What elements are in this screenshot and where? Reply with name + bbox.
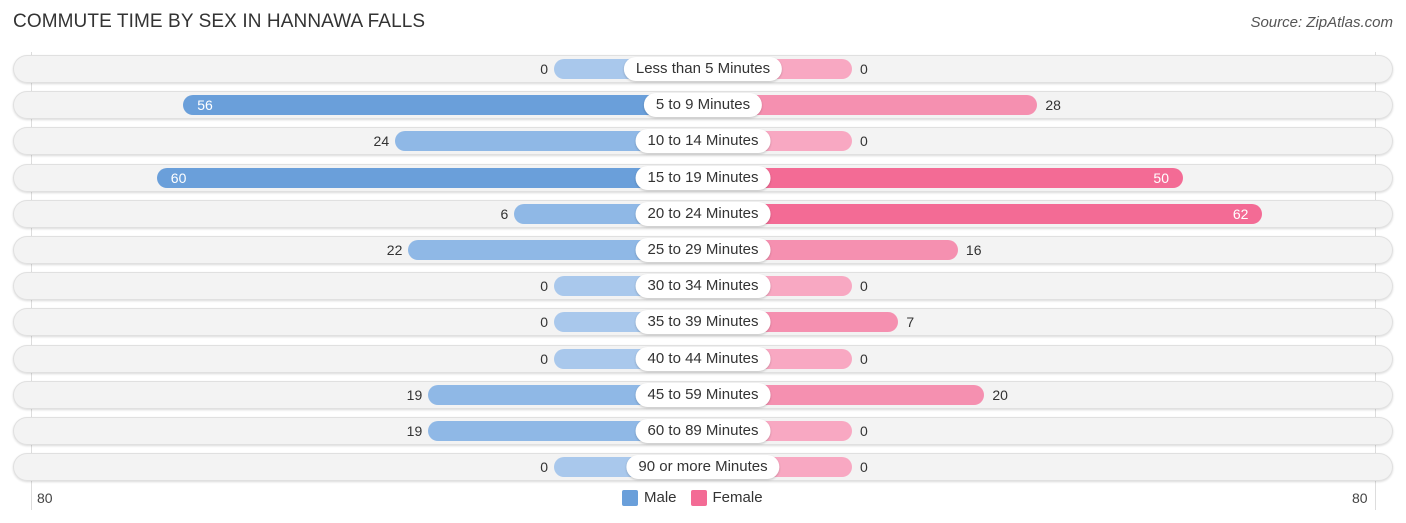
value-label-male: 56: [197, 97, 213, 114]
value-label-male: 19: [406, 423, 423, 439]
left-axis-tick: 80: [37, 490, 53, 506]
value-label-male: 22: [386, 242, 403, 258]
value-label-female: 62: [1232, 205, 1249, 222]
category-label: 35 to 39 Minutes: [635, 310, 771, 335]
category-label: 25 to 29 Minutes: [635, 238, 771, 262]
category-label: 10 to 14 Minutes: [635, 129, 771, 154]
value-label-female: 20: [992, 386, 1008, 403]
value-label-male: 0: [540, 278, 548, 295]
value-label-female: 28: [1045, 97, 1061, 114]
value-label-male: 0: [540, 61, 548, 77]
category-label: 60 to 89 Minutes: [635, 419, 771, 443]
category-label: 5 to 9 Minutes: [643, 93, 763, 118]
category-label: 15 to 19 Minutes: [635, 165, 771, 190]
legend-label-female: Female: [712, 489, 763, 506]
legend-item-male[interactable]: Male: [622, 489, 677, 506]
value-label-female: 0: [860, 423, 868, 439]
category-label: 90 or more Minutes: [626, 455, 780, 480]
category-label: Less than 5 Minutes: [623, 57, 783, 81]
source-label: Source: ZipAtlas.com: [1250, 14, 1393, 31]
bar-male[interactable]: [183, 95, 703, 116]
legend-swatch-female: [690, 489, 707, 506]
chart-title: COMMUTE TIME BY SEX IN HANNAWA FALLS: [13, 11, 426, 32]
bar-female[interactable]: [703, 203, 1263, 224]
value-label-female: 0: [860, 278, 868, 295]
legend-label-male: Male: [644, 489, 677, 506]
value-label-male: 0: [540, 459, 548, 476]
value-label-male: 24: [373, 133, 390, 150]
value-label-male: 0: [540, 350, 548, 367]
category-label: 40 to 44 Minutes: [635, 346, 771, 371]
value-label-male: 19: [406, 386, 423, 403]
value-label-female: 0: [860, 459, 868, 476]
legend: Male Female: [622, 489, 763, 506]
value-label-male: 6: [500, 205, 509, 222]
value-label-male: 0: [540, 314, 548, 331]
category-label: 45 to 59 Minutes: [635, 382, 771, 407]
legend-item-female[interactable]: Female: [690, 489, 763, 506]
value-label-female: 16: [965, 242, 982, 258]
value-label-female: 0: [860, 61, 868, 77]
value-label-female: 0: [860, 350, 868, 367]
category-label: 20 to 24 Minutes: [635, 201, 771, 226]
bar-female[interactable]: [703, 167, 1183, 188]
category-label: 30 to 34 Minutes: [635, 274, 771, 299]
value-label-female: 7: [906, 314, 915, 331]
legend-swatch-male: [622, 489, 638, 506]
value-label-female: 50: [1153, 169, 1169, 186]
value-label-female: 0: [860, 133, 868, 150]
right-axis-tick: 80: [1352, 490, 1368, 506]
bar-male[interactable]: [156, 167, 703, 188]
value-label-male: 60: [170, 169, 187, 186]
